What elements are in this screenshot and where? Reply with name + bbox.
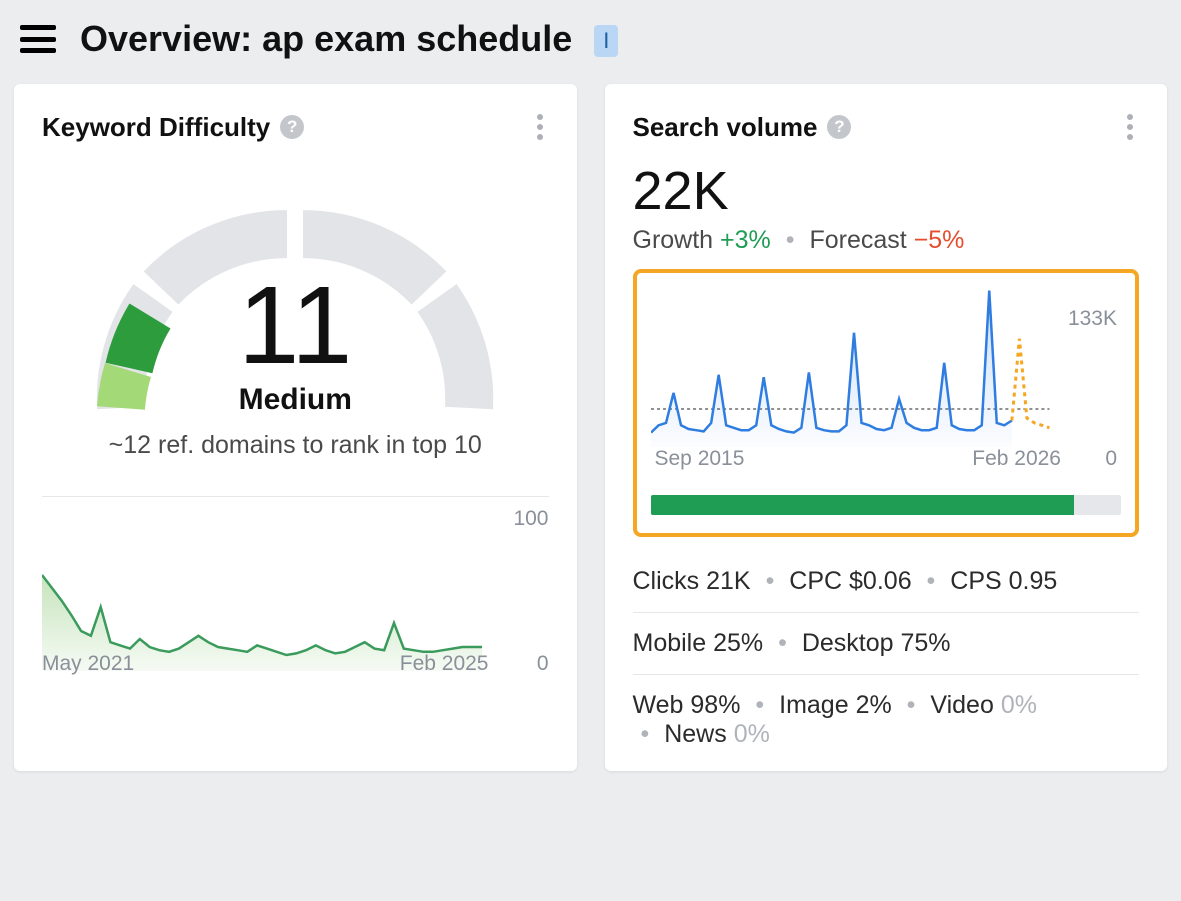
sv-device-row: Mobile 25% • Desktop 75% [633,613,1140,675]
sv-trend-chart[interactable]: 133K Sep 2015 Feb 2026 0 [651,287,1122,467]
kd-subtext: ~12 ref. domains to rank in top 10 [109,431,482,460]
intent-badge: I [594,25,618,57]
help-icon[interactable]: ? [280,115,304,139]
kd-card-title: Keyword Difficulty [42,112,270,143]
sv-clicks-row: Clicks 21K • CPC $0.06 • CPS 0.95 [633,551,1140,613]
help-icon[interactable]: ? [827,115,851,139]
more-menu-icon[interactable] [531,108,549,146]
sv-sourcetype-row: Web 98% • Image 2% • Video 0% • News 0% [633,675,1140,749]
hamburger-menu-icon[interactable] [20,25,56,53]
kd-value: 11 [238,271,352,381]
keyword-difficulty-card: Keyword Difficulty ? 11 Med [14,84,577,771]
page-title: Overview: ap exam schedule I [80,18,618,60]
search-volume-card: Search volume ? 22K Growth +3% • Forecas… [605,84,1168,771]
kd-gauge: 11 Medium ~12 ref. domains to rank in to… [42,160,549,460]
sv-growth-line: Growth +3% • Forecast −5% [633,226,1140,255]
sv-reliability-bar [651,495,1122,515]
more-menu-icon[interactable] [1121,108,1139,146]
sv-card-title: Search volume [633,112,818,143]
kd-label: Medium [239,383,352,417]
kd-trend-chart[interactable]: 100 May 2021 Feb 2025 0 [42,511,549,676]
sv-value: 22K [633,160,1140,222]
sv-chart-highlight: 133K Sep 2015 Feb 2026 0 [633,269,1140,537]
